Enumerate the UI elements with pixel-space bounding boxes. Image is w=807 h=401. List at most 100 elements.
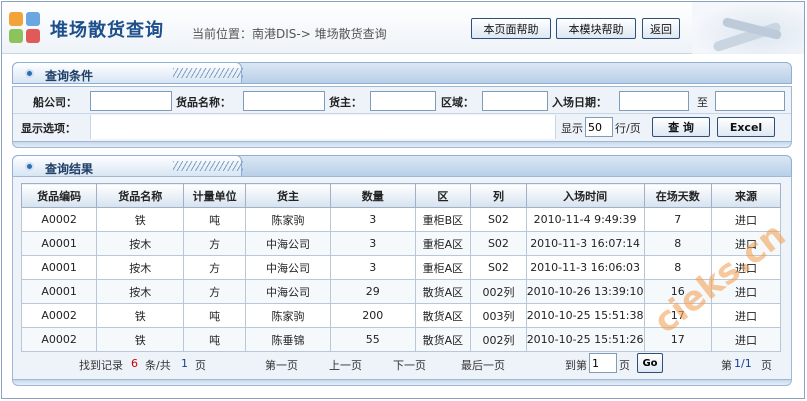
page-size-prefix: 显示 xyxy=(561,122,583,135)
module-help-button[interactable]: 本模块帮助 xyxy=(556,18,636,39)
table-cell: 铁 xyxy=(96,207,185,232)
table-cell: 散货A区 xyxy=(414,303,472,328)
goods-name-input[interactable] xyxy=(243,91,325,111)
page-help-button[interactable]: 本页面帮助 xyxy=(471,18,551,39)
table-header-row: 货品编码 货品名称 计量单位 货主 数量 区 列 入场时间 在场天数 来源 xyxy=(20,183,782,208)
back-button[interactable]: 返回 xyxy=(642,18,680,39)
next-page-link[interactable]: 下一页 xyxy=(393,357,426,373)
table-cell: 散货A区 xyxy=(414,279,472,304)
shipping-company-input[interactable] xyxy=(90,91,172,111)
table-cell: 方 xyxy=(183,279,246,304)
table-cell: 进口 xyxy=(710,231,782,256)
table-cell: S02 xyxy=(470,231,527,256)
table-cell: 铁 xyxy=(96,327,185,352)
table-cell: S02 xyxy=(470,255,527,280)
table-cell: A0002 xyxy=(20,303,98,328)
table-cell: 方 xyxy=(183,255,246,280)
table-cell: 2010-10-25 15:51:26 xyxy=(525,327,645,352)
table-cell: 中海公司 xyxy=(244,279,331,304)
prev-page-link[interactable]: 上一页 xyxy=(329,357,362,373)
table-cell: 2010-10-25 15:51:38 xyxy=(525,303,645,328)
entry-date-to-input[interactable] xyxy=(715,91,785,111)
column-header[interactable]: 货品编码 xyxy=(20,183,98,208)
table-cell: 进口 xyxy=(710,327,782,352)
page-size-input[interactable] xyxy=(585,117,613,137)
table-cell: A0001 xyxy=(20,255,98,280)
column-header[interactable]: 数量 xyxy=(329,183,416,208)
column-header[interactable]: 来源 xyxy=(710,183,782,208)
table-cell: 进口 xyxy=(710,279,782,304)
table-cell: A0001 xyxy=(20,231,98,256)
owner-input[interactable] xyxy=(370,91,436,111)
column-header[interactable]: 入场时间 xyxy=(525,183,645,208)
record-count: 6 xyxy=(131,357,138,370)
table-cell: 吨 xyxy=(183,327,246,352)
results-panel-title: 查询结果 xyxy=(45,162,94,176)
query-row: 显示选项： 显示 行/页 查 询 Excel xyxy=(13,114,791,140)
column-header[interactable]: 计量单位 xyxy=(183,183,246,208)
app-window: 堆场散货查询 当前位置：南港DIS-> 堆场散货查询 本页面帮助 本模块帮助 返… xyxy=(1,1,805,399)
display-options-area[interactable] xyxy=(90,115,556,139)
page-title: 堆场散货查询 xyxy=(50,20,164,41)
column-header[interactable]: 货主 xyxy=(244,183,331,208)
current-page-prefix: 第 xyxy=(721,359,732,372)
app-logo-icon xyxy=(9,12,41,44)
table-row[interactable]: A0001 按木 方 中海公司 3 重柜A区 S02 2010-11-3 16:… xyxy=(20,255,782,280)
go-button[interactable]: Go xyxy=(637,353,663,373)
page-size-suffix: 行/页 xyxy=(615,122,641,135)
table-cell: 8 xyxy=(643,231,712,256)
query-row: 船公司： 货品名称： 货主： 区域： 入场日期： 至 xyxy=(13,88,791,114)
table-cell: 55 xyxy=(329,327,416,352)
goto-page-input[interactable] xyxy=(589,353,617,373)
table-cell: 散货A区 xyxy=(414,327,472,352)
table-cell: 陈垂锦 xyxy=(244,327,331,352)
column-header[interactable]: 区 xyxy=(414,183,472,208)
bullet-icon xyxy=(25,162,34,171)
table-row[interactable]: A0002 铁 吨 陈垂锦 55 散货A区 002列 2010-10-25 15… xyxy=(20,327,782,352)
date-range-separator: 至 xyxy=(697,96,708,109)
handshake-banner-icon xyxy=(692,2,804,54)
table-cell: 进口 xyxy=(710,255,782,280)
found-mid: 条/共 xyxy=(145,359,171,372)
table-row[interactable]: A0002 铁 吨 陈家驹 200 散货A区 003列 2010-10-25 1… xyxy=(20,303,782,328)
table-cell: 2010-10-26 13:39:10 xyxy=(525,279,645,304)
goto-prefix: 到第 xyxy=(565,359,587,372)
column-header[interactable]: 货品名称 xyxy=(96,183,185,208)
table-cell: 按木 xyxy=(96,255,185,280)
current-page: 1/1 xyxy=(734,357,752,370)
table-cell: 按木 xyxy=(96,279,185,304)
pagination-bar: 找到记录 6 条/共 1 页 第一页 上一页 下一页 最后一页 到第 页 Go … xyxy=(21,351,781,377)
query-button[interactable]: 查 询 xyxy=(652,117,710,137)
display-options-label: 显示选项： xyxy=(21,122,76,135)
column-header[interactable]: 列 xyxy=(470,183,527,208)
table-cell: 吨 xyxy=(183,207,246,232)
shipping-company-label: 船公司： xyxy=(33,96,77,109)
table-cell: 重柜A区 xyxy=(414,255,472,280)
last-page-link[interactable]: 最后一页 xyxy=(461,357,505,373)
table-cell: 200 xyxy=(329,303,416,328)
table-cell: 003列 xyxy=(470,303,527,328)
column-header[interactable]: 在场天数 xyxy=(643,183,712,208)
area-input[interactable] xyxy=(482,91,548,111)
entry-date-label: 入场日期： xyxy=(552,96,607,109)
stripes-decoration xyxy=(173,68,243,78)
query-panel-footer xyxy=(12,142,792,148)
table-cell: 方 xyxy=(183,231,246,256)
table-cell: 2010-11-3 16:06:03 xyxy=(525,255,645,280)
table-cell: 重柜B区 xyxy=(414,207,472,232)
table-row[interactable]: A0001 按木 方 中海公司 29 散货A区 002列 2010-10-26 … xyxy=(20,279,782,304)
table-cell: 002列 xyxy=(470,327,527,352)
found-suffix: 页 xyxy=(195,359,206,372)
table-row[interactable]: A0001 按木 方 中海公司 3 重柜A区 S02 2010-11-3 16:… xyxy=(20,231,782,256)
found-prefix: 找到记录 xyxy=(79,359,123,372)
entry-date-from-input[interactable] xyxy=(619,91,689,111)
table-cell: 中海公司 xyxy=(244,231,331,256)
table-cell: A0002 xyxy=(20,207,98,232)
excel-export-button[interactable]: Excel xyxy=(717,117,775,137)
table-cell: 8 xyxy=(643,255,712,280)
first-page-link[interactable]: 第一页 xyxy=(265,357,298,373)
table-cell: 陈家驹 xyxy=(244,303,331,328)
query-panel-header: 查询条件 xyxy=(12,62,792,84)
table-cell: 2010-11-4 9:49:39 xyxy=(525,207,645,232)
table-row[interactable]: A0002 铁 吨 陈家驹 3 重柜B区 S02 2010-11-4 9:49:… xyxy=(20,207,782,232)
